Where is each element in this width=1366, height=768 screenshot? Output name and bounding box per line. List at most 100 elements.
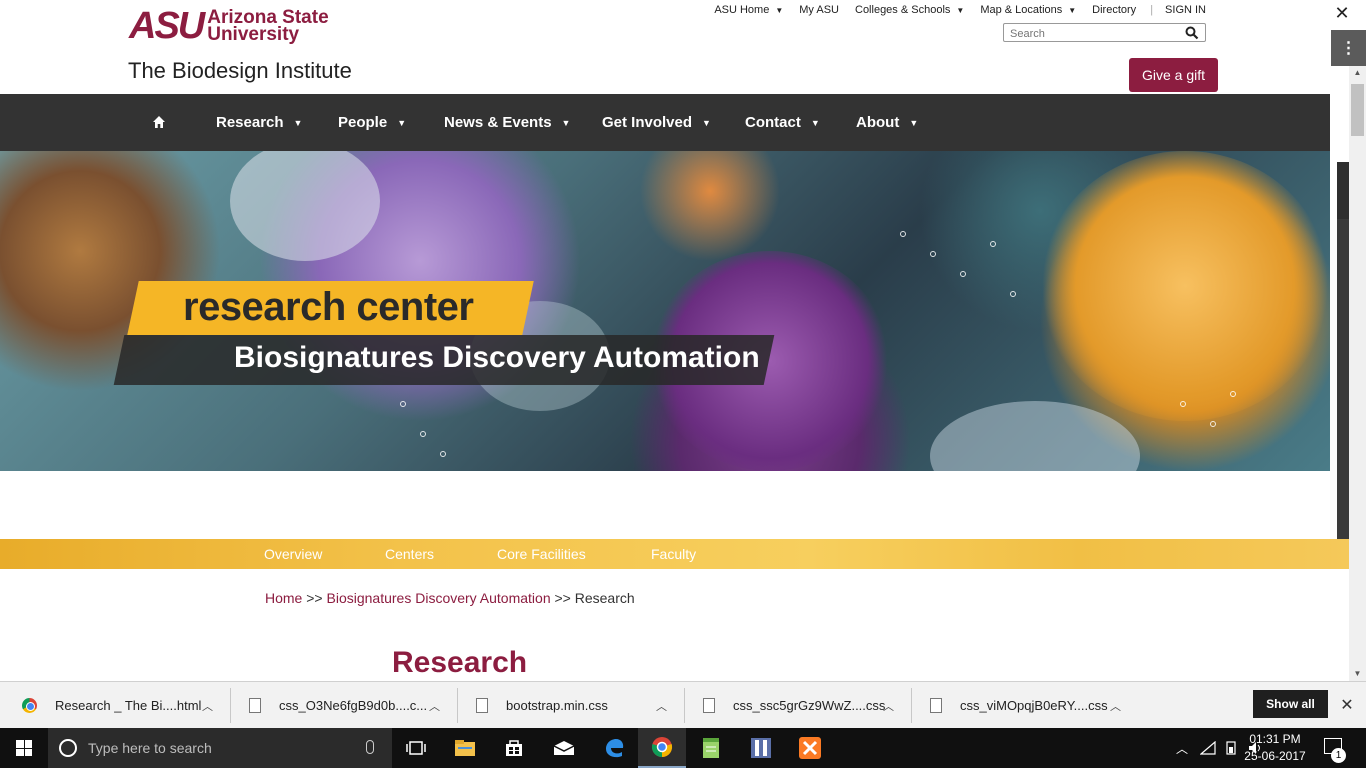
notepad-icon[interactable] xyxy=(687,728,735,768)
chrome-icon[interactable] xyxy=(638,728,686,768)
chevron-up-icon[interactable]: ︿ xyxy=(1110,698,1121,714)
store-icon[interactable] xyxy=(490,728,538,768)
nav-research-label: Research xyxy=(216,114,284,131)
caret-down-icon: ▼ xyxy=(561,117,571,128)
nav-people-label: People xyxy=(338,114,388,131)
hero-particle xyxy=(960,271,966,277)
nav-about[interactable]: About ▼ xyxy=(856,94,918,151)
hero-particle xyxy=(930,251,936,257)
hero-particle xyxy=(400,401,406,407)
util-directory[interactable]: Directory xyxy=(1092,4,1136,16)
download-item-name: css_ssc5grGz9WwZ....css xyxy=(733,698,886,713)
util-map[interactable]: Map & Locations ▼ xyxy=(980,4,1076,16)
close-icon[interactable]: ✕ xyxy=(1339,695,1355,714)
util-asu-home-label: ASU Home xyxy=(714,4,770,16)
asu-logo[interactable]: ASU Arizona State University xyxy=(129,5,329,47)
page-scrollbar[interactable]: ▲ ▼ xyxy=(1349,66,1366,681)
microphone-icon[interactable] xyxy=(366,740,374,754)
show-all-button[interactable]: Show all xyxy=(1253,690,1328,718)
subnav-centers[interactable]: Centers xyxy=(385,539,434,569)
hero-particle xyxy=(900,231,906,237)
home-icon[interactable] xyxy=(152,115,166,129)
browser-menu-button[interactable]: ⋮ xyxy=(1331,30,1366,66)
breadcrumb-separator: >> xyxy=(306,590,323,606)
hero-particle xyxy=(1010,291,1016,297)
breadcrumb-home[interactable]: Home xyxy=(265,590,302,606)
breadcrumb-separator: >> xyxy=(554,590,571,606)
scroll-thumb[interactable] xyxy=(1351,84,1364,136)
xampp-icon[interactable] xyxy=(786,728,834,768)
search-icon[interactable] xyxy=(1185,26,1199,40)
download-item[interactable]: Research _ The Bi....html ︿ xyxy=(22,682,213,729)
file-icon xyxy=(930,698,942,713)
scroll-up-icon[interactable]: ▲ xyxy=(1349,66,1366,80)
util-sign-in-label: SIGN IN xyxy=(1165,4,1206,16)
app-icon[interactable] xyxy=(737,728,785,768)
chrome-icon xyxy=(22,698,37,713)
hero-particle xyxy=(420,431,426,437)
util-asu-home[interactable]: ASU Home ▼ xyxy=(714,4,783,16)
search-input[interactable] xyxy=(1004,25,1179,43)
give-gift-button[interactable]: Give a gift xyxy=(1129,58,1218,92)
breadcrumb-center[interactable]: Biosignatures Discovery Automation xyxy=(327,590,551,606)
start-button[interactable] xyxy=(0,728,48,768)
sub-nav: Overview Centers Core Facilities Faculty xyxy=(0,539,1349,569)
subnav-faculty[interactable]: Faculty xyxy=(651,539,696,569)
nav-contact[interactable]: Contact ▼ xyxy=(745,94,820,151)
chevron-up-icon[interactable]: ︿ xyxy=(883,698,894,714)
download-item-name: bootstrap.min.css xyxy=(506,698,608,713)
caret-down-icon: ▼ xyxy=(775,5,784,15)
divider xyxy=(230,688,231,723)
mail-icon[interactable] xyxy=(540,728,588,768)
clock[interactable]: 01:31 PM 25-06-2017 xyxy=(1240,731,1310,765)
download-item[interactable]: bootstrap.min.css ︿ xyxy=(476,682,667,729)
chevron-up-icon[interactable]: ︿ xyxy=(202,698,213,714)
util-map-label: Map & Locations xyxy=(980,4,1063,16)
util-colleges[interactable]: Colleges & Schools ▼ xyxy=(855,4,964,16)
subnav-overview[interactable]: Overview xyxy=(264,539,322,569)
subnav-core-facilities[interactable]: Core Facilities xyxy=(497,539,586,569)
download-item[interactable]: css_viMOpqjB0eRY....css ︿ xyxy=(930,682,1121,729)
chevron-up-icon[interactable]: ︿ xyxy=(1176,740,1188,757)
site-title[interactable]: The Biodesign Institute xyxy=(128,58,352,84)
logo-mark: ASU xyxy=(129,5,205,47)
nav-news-events[interactable]: News & Events ▼ xyxy=(444,94,570,151)
chevron-up-icon[interactable]: ︿ xyxy=(429,698,440,714)
browser-page: ASU Arizona State University The Biodesi… xyxy=(0,0,1366,768)
page-title: Research xyxy=(392,646,528,679)
task-view-icon[interactable] xyxy=(392,728,440,768)
file-explorer-icon[interactable] xyxy=(441,728,489,768)
caret-down-icon: ▼ xyxy=(956,5,965,15)
nav-get-involved[interactable]: Get Involved ▼ xyxy=(602,94,711,151)
hero-cell-decoration xyxy=(930,401,1140,471)
chevron-up-icon[interactable]: ︿ xyxy=(656,698,667,714)
network-icon[interactable] xyxy=(1200,741,1216,755)
hero-cell-decoration xyxy=(230,151,380,261)
nav-research[interactable]: Research ▼ xyxy=(216,94,302,151)
hero-particle xyxy=(1210,421,1216,427)
scroll-down-icon[interactable]: ▼ xyxy=(1349,667,1366,681)
file-icon xyxy=(249,698,261,713)
util-sign-in[interactable]: SIGN IN xyxy=(1165,4,1206,16)
taskbar-search[interactable]: Type here to search xyxy=(48,728,392,768)
divider xyxy=(457,688,458,723)
windows-icon xyxy=(16,740,32,756)
download-item[interactable]: css_O3Ne6fgB9d0b....c... ︿ xyxy=(249,682,440,729)
nav-people[interactable]: People ▼ xyxy=(338,94,406,151)
side-strip xyxy=(1337,219,1349,539)
divider xyxy=(684,688,685,723)
battery-icon[interactable] xyxy=(1224,741,1240,755)
hero-particle xyxy=(440,451,446,457)
taskbar-search-placeholder: Type here to search xyxy=(88,740,212,756)
close-icon[interactable]: ✕ xyxy=(1334,4,1350,22)
cortana-icon xyxy=(59,739,77,757)
download-item[interactable]: css_ssc5grGz9WwZ....css ︿ xyxy=(703,682,894,729)
hero-particle xyxy=(1180,401,1186,407)
hero-banner: research center Biosignatures Discovery … xyxy=(0,151,1330,471)
search-box xyxy=(1003,23,1206,43)
hero-particle xyxy=(990,241,996,247)
util-my-asu[interactable]: My ASU xyxy=(799,4,839,16)
breadcrumb: Home >> Biosignatures Discovery Automati… xyxy=(265,590,635,606)
edge-icon[interactable] xyxy=(590,728,638,768)
download-item-name: Research _ The Bi....html xyxy=(55,698,202,713)
